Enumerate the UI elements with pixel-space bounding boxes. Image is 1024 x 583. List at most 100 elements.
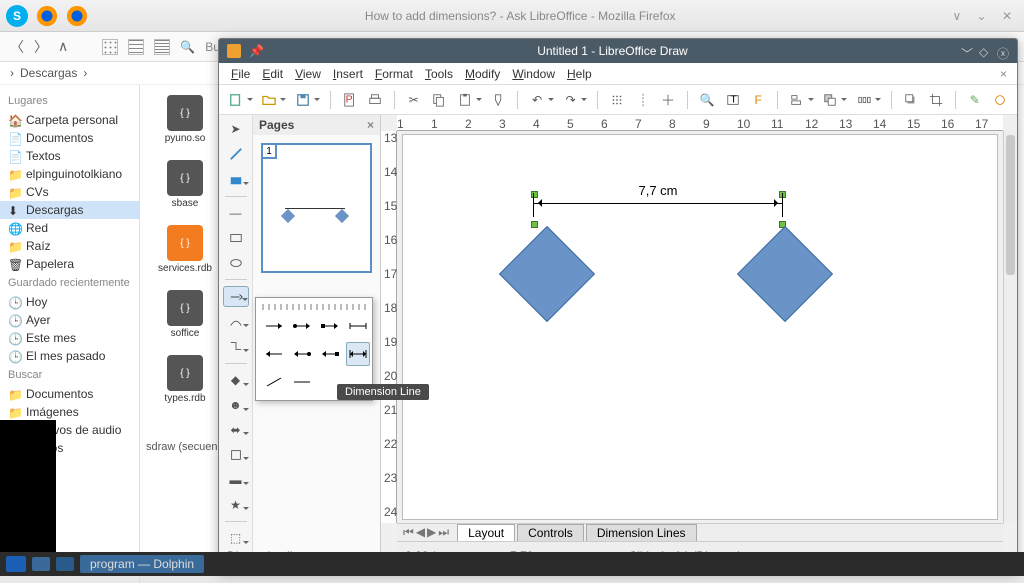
edit-points-button[interactable]: ✎ — [964, 89, 986, 111]
diamond-shape[interactable] — [499, 226, 595, 322]
dimension-line-icon[interactable] — [346, 342, 370, 366]
menu-tools[interactable]: Tools — [419, 65, 459, 83]
skype-icon[interactable]: S — [6, 5, 28, 27]
last-tab-icon[interactable]: ⏭ — [438, 525, 449, 540]
back-icon[interactable]: 〈 — [10, 37, 24, 57]
next-tab-icon[interactable]: ▶ — [427, 525, 436, 540]
line-square-arrow-icon[interactable] — [318, 342, 342, 366]
file-item[interactable]: { }services.rdb — [150, 225, 220, 274]
clone-format-button[interactable] — [488, 89, 510, 111]
sidebar-place-item[interactable]: ⬇Descargas — [0, 201, 139, 219]
save-button[interactable] — [292, 89, 314, 111]
menu-modify[interactable]: Modify — [459, 65, 506, 83]
page-thumbnail[interactable]: 1 — [261, 143, 372, 273]
line-ends-arrow-icon[interactable] — [262, 314, 286, 338]
select-tool[interactable]: ➤ — [223, 119, 249, 140]
line-arrow-end-icon[interactable] — [290, 314, 314, 338]
menu-insert[interactable]: Insert — [327, 65, 369, 83]
sidebar-place-item[interactable]: 📄Textos — [0, 147, 139, 165]
print-button[interactable] — [364, 89, 386, 111]
sidebar-recent-item[interactable]: 🕒El mes pasado — [0, 347, 139, 365]
open-button[interactable] — [259, 89, 281, 111]
canvas[interactable]: 11234567891011121314151617 1314151617181… — [381, 115, 1017, 553]
symbol-shapes-tool[interactable]: ☻ — [223, 395, 249, 416]
line-tool[interactable]: ― — [223, 203, 249, 224]
flyout-grip[interactable] — [262, 304, 366, 310]
draw-titlebar[interactable]: 📌 Untitled 1 - LibreOffice Draw ﹀ ◇ ⓧ — [219, 39, 1017, 63]
icon-view-button[interactable] — [102, 39, 118, 55]
detail-view-button[interactable] — [154, 39, 170, 55]
fontwork-button[interactable]: F — [747, 89, 769, 111]
sidebar-recent-item[interactable]: 🕒Ayer — [0, 311, 139, 329]
export-pdf-button[interactable]: P — [339, 89, 361, 111]
sidebar-search-item[interactable]: 📁Documentos — [0, 385, 139, 403]
basic-shapes-tool[interactable]: ◆ — [223, 370, 249, 391]
pages-panel-close-icon[interactable]: × — [367, 118, 374, 132]
block-arrows-tool[interactable]: ⬌ — [223, 420, 249, 441]
layer-tab[interactable]: Dimension Lines — [586, 524, 697, 541]
layer-tab[interactable]: Controls — [517, 524, 584, 541]
window-controls[interactable]: ∨ ⌄ ✕ — [952, 9, 1018, 23]
glue-points-button[interactable] — [990, 89, 1012, 111]
new-button[interactable] — [225, 89, 247, 111]
sidebar-recent-item[interactable]: 🕒Este mes — [0, 329, 139, 347]
cut-button[interactable]: ✂ — [403, 89, 425, 111]
pin-icon[interactable]: 📌 — [249, 44, 264, 58]
file-item[interactable]: { }types.rdb — [150, 355, 220, 404]
diamond-shape[interactable] — [737, 226, 833, 322]
paste-button[interactable] — [454, 89, 476, 111]
shadow-button[interactable] — [900, 89, 922, 111]
show-desktop-icon[interactable] — [32, 557, 50, 571]
file-item[interactable]: { }sbase — [150, 160, 220, 209]
vertical-scrollbar[interactable] — [1003, 131, 1017, 523]
document-close-icon[interactable]: × — [996, 67, 1011, 81]
line-color-tool[interactable] — [223, 144, 249, 165]
plain-line-icon[interactable] — [290, 370, 314, 394]
arrange-button[interactable] — [820, 89, 842, 111]
sidebar-search-item[interactable]: 📁Imágenes — [0, 403, 139, 421]
crop-button[interactable] — [925, 89, 947, 111]
copy-button[interactable] — [429, 89, 451, 111]
3d-tool[interactable]: ⬚ — [223, 528, 249, 549]
sidebar-place-item[interactable]: 🏠Carpeta personal — [0, 111, 139, 129]
compact-view-button[interactable] — [128, 39, 144, 55]
insert-text-button[interactable]: T — [722, 89, 744, 111]
sidebar-place-item[interactable]: 📁Raíz — [0, 237, 139, 255]
line-45-icon[interactable] — [262, 370, 286, 394]
ellipse-tool[interactable] — [223, 252, 249, 273]
page-area[interactable]: 7,7 cm — [403, 135, 997, 519]
align-button[interactable] — [786, 89, 808, 111]
dolphin-quicklaunch-icon[interactable] — [56, 557, 74, 571]
kde-menu-icon[interactable] — [6, 556, 26, 572]
breadcrumb-item[interactable]: Descargas — [20, 66, 77, 80]
guides-button[interactable] — [658, 89, 680, 111]
menu-view[interactable]: View — [289, 65, 327, 83]
distribute-button[interactable] — [853, 89, 875, 111]
file-item[interactable]: { }pyuno.so — [150, 95, 220, 144]
maximize-icon[interactable]: ◇ — [979, 45, 991, 57]
sidebar-place-item[interactable]: 📁CVs — [0, 183, 139, 201]
menu-file[interactable]: File — [225, 65, 256, 83]
redo-button[interactable]: ↷ — [560, 89, 582, 111]
firefox-icon[interactable] — [36, 5, 58, 27]
prev-tab-icon[interactable]: ◀ — [416, 525, 425, 540]
line-circle-arrow-icon[interactable] — [290, 342, 314, 366]
close-icon[interactable]: ⓧ — [997, 45, 1009, 57]
curve-tool[interactable] — [223, 311, 249, 332]
menu-format[interactable]: Format — [369, 65, 419, 83]
minimize-icon[interactable]: ﹀ — [961, 45, 973, 57]
flowchart-tool[interactable] — [223, 444, 249, 465]
forward-icon[interactable]: 〉 — [34, 37, 48, 57]
file-item[interactable]: { }soffice — [150, 290, 220, 339]
line-arrow-start-icon[interactable] — [262, 342, 286, 366]
menu-edit[interactable]: Edit — [256, 65, 289, 83]
connector-tool[interactable] — [223, 336, 249, 357]
grid-button[interactable] — [606, 89, 628, 111]
line-arrow-circle-icon[interactable] — [318, 314, 342, 338]
first-tab-icon[interactable]: ⏮ — [403, 525, 414, 540]
up-icon[interactable]: ∧ — [58, 38, 68, 55]
sidebar-place-item[interactable]: 📄Documentos — [0, 129, 139, 147]
fill-color-tool[interactable] — [223, 169, 249, 190]
search-icon[interactable]: 🔍 — [180, 40, 195, 54]
lines-arrows-tool[interactable] — [223, 286, 249, 307]
